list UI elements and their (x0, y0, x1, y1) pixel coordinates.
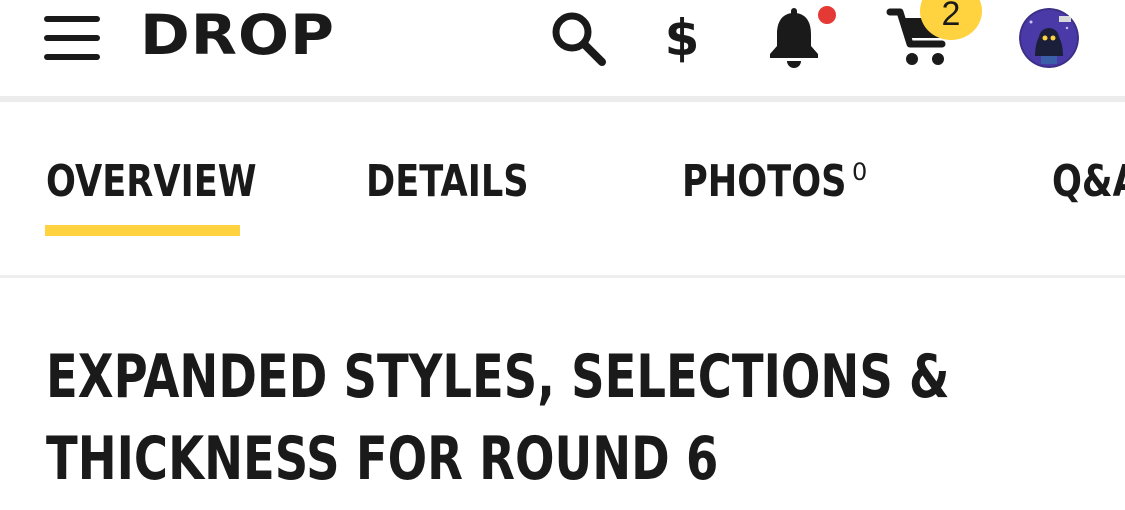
notification-dot (818, 6, 836, 24)
page: DROP $ 2 OVERVIEW DETAILS PHOTOS 0 Q& EX… (0, 0, 1125, 510)
menu-line (44, 16, 100, 22)
tab-overview[interactable]: OVERVIEW (46, 156, 257, 208)
tabs-divider (0, 275, 1125, 278)
top-app-bar: DROP $ 2 (0, 0, 1125, 96)
drop-logo[interactable]: DROP (140, 6, 335, 65)
tab-bar: OVERVIEW DETAILS PHOTOS 0 Q&A (0, 102, 1125, 276)
tab-photos[interactable]: PHOTOS (682, 156, 846, 208)
page-title: EXPANDED STYLES, SELECTIONS & THICKNESS … (46, 342, 950, 494)
menu-icon[interactable] (44, 14, 100, 62)
tab-qa[interactable]: Q&A (1052, 156, 1125, 208)
menu-line (44, 35, 100, 41)
search-icon[interactable] (548, 8, 610, 70)
photos-count: 0 (852, 158, 868, 186)
currency-icon[interactable]: $ (660, 6, 704, 70)
bell-icon[interactable] (762, 4, 826, 70)
menu-line (44, 54, 100, 60)
tab-details[interactable]: DETAILS (366, 156, 529, 208)
active-tab-indicator (45, 225, 240, 236)
avatar[interactable] (1019, 8, 1079, 68)
